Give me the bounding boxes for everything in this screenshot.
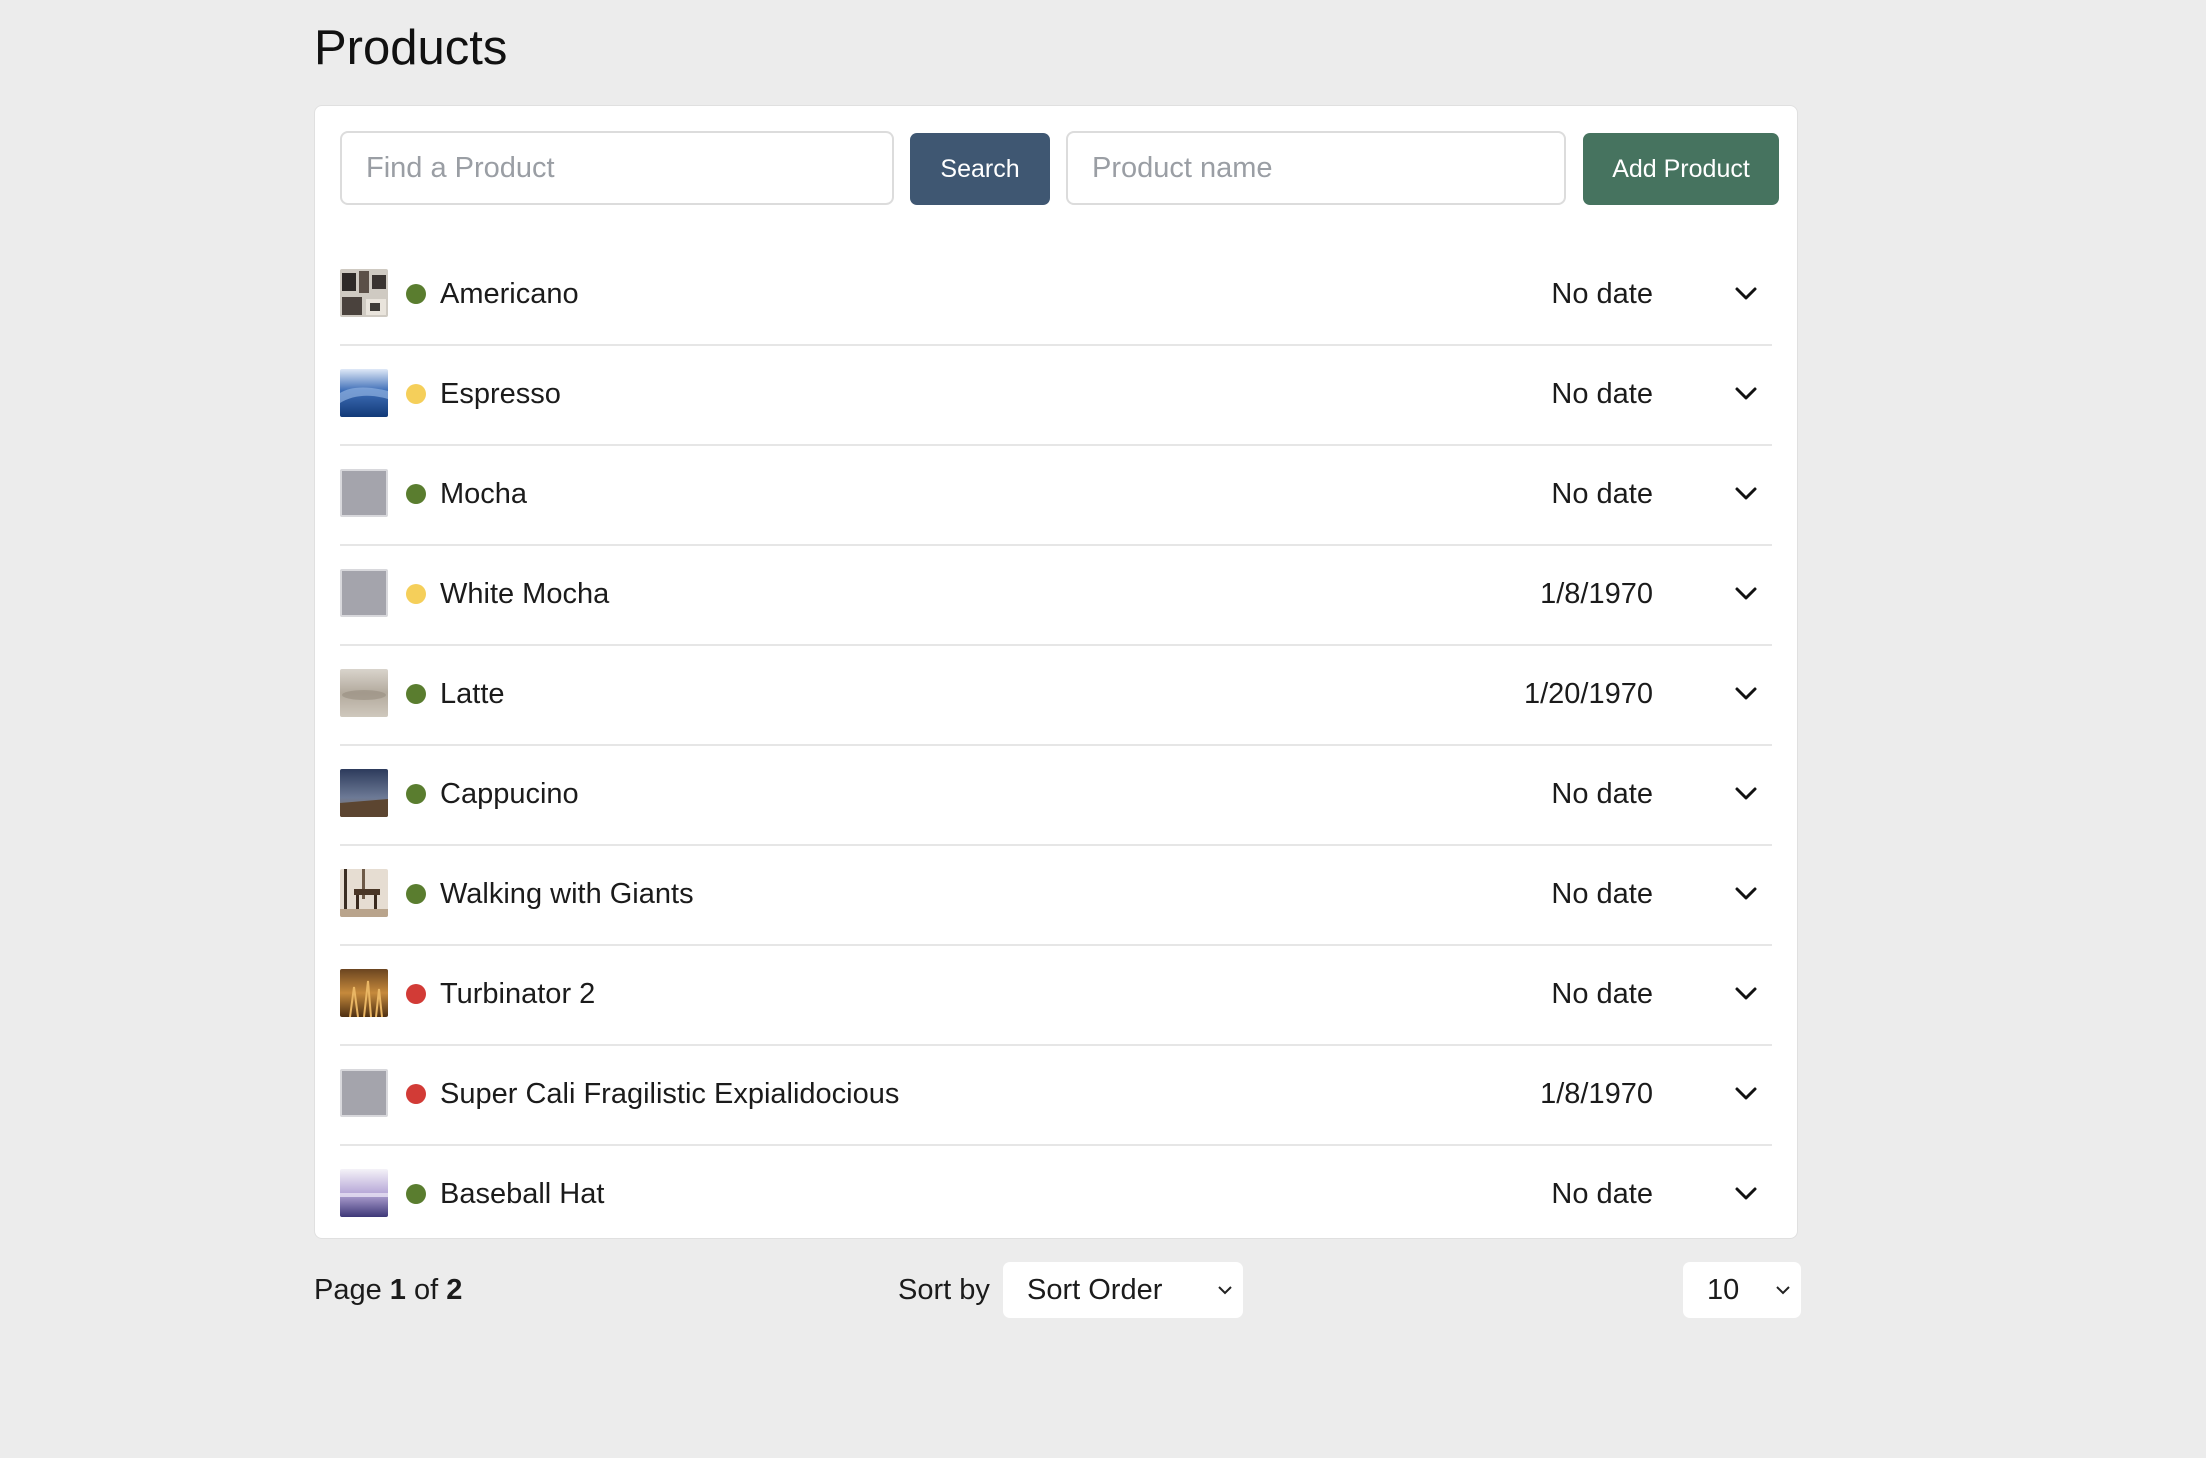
product-date: No date [1551,378,1653,410]
product-row[interactable]: Walking with Giants No date [340,846,1772,946]
product-name: Cappucino [440,778,579,810]
product-date: No date [1551,878,1653,910]
product-row[interactable]: Mocha No date [340,446,1772,546]
product-date: 1/8/1970 [1540,578,1653,610]
image-placeholder [340,569,388,617]
chevron-down-icon[interactable] [1732,380,1760,408]
product-name: Espresso [440,378,561,410]
product-list: Americano No date Espresso No date Mocha No d… [340,246,1772,1244]
toolbar: Search Add Product [340,131,1779,207]
product-name: Baseball Hat [440,1178,605,1210]
chevron-down-icon [1218,1286,1232,1295]
products-page: Products Search Add Product Americano No … [314,0,1802,1318]
status-dot-active [406,884,426,904]
page-size-value: 10 [1707,1274,1740,1306]
product-name: Mocha [440,478,528,510]
product-thumbnail [340,969,388,1017]
product-date: 1/20/1970 [1523,678,1653,710]
status-dot-active [406,284,426,304]
product-row[interactable]: Super Cali Fragilistic Expialidocious 1/8… [340,1046,1772,1146]
page-total: 2 [446,1274,463,1306]
product-thumbnail [340,1169,388,1217]
image-placeholder [340,469,388,517]
product-thumbnail [340,669,388,717]
list-footer: Page 1 of 2 Sort by Sort Order 10 [314,1262,1802,1318]
product-date: No date [1551,278,1653,310]
status-dot-inactive [406,984,426,1004]
product-name: Walking with Giants [440,878,694,910]
page-title: Products [314,21,508,75]
status-dot-active [406,784,426,804]
product-row[interactable]: Americano No date [340,246,1772,346]
chevron-down-icon[interactable] [1732,280,1760,308]
status-dot-active [406,684,426,704]
sort-label: Sort by [898,1274,990,1306]
product-date: No date [1551,978,1653,1010]
search-button[interactable]: Search [910,133,1050,205]
chevron-down-icon [1776,1286,1790,1295]
chevron-down-icon[interactable] [1732,980,1760,1008]
chevron-down-icon[interactable] [1732,680,1760,708]
page-size-select[interactable]: 10 [1683,1262,1801,1318]
add-product-button[interactable]: Add Product [1583,133,1779,205]
status-dot-pending [406,384,426,404]
product-name-input[interactable] [1066,131,1566,205]
product-thumbnail [340,269,388,317]
product-name: Turbinator 2 [440,978,596,1010]
chevron-down-icon[interactable] [1732,880,1760,908]
product-row[interactable]: Baseball Hat No date [340,1146,1772,1244]
product-date: No date [1551,1178,1653,1210]
status-dot-inactive [406,1084,426,1104]
product-thumbnail [340,369,388,417]
product-row[interactable]: Espresso No date [340,346,1772,446]
product-name: Americano [440,278,579,310]
pagination-info: Page 1 of 2 [314,1272,462,1308]
product-name: White Mocha [440,578,610,610]
product-row[interactable]: White Mocha 1/8/1970 [340,546,1772,646]
products-card: Search Add Product AmericanoNo dateEspre… [314,105,1798,1239]
page-current: 1 [389,1274,406,1306]
chevron-down-icon[interactable] [1732,780,1760,808]
status-dot-pending [406,584,426,604]
page-of: of [414,1274,439,1306]
product-thumbnail [340,769,388,817]
chevron-down-icon[interactable] [1732,1180,1760,1208]
status-dot-active [406,484,426,504]
chevron-down-icon[interactable] [1732,580,1760,608]
product-thumbnail [340,869,388,917]
product-row[interactable]: Cappucino No date [340,746,1772,846]
status-dot-active [406,1184,426,1204]
product-name: Super Cali Fragilistic Expialidocious [440,1078,900,1110]
page-prefix: Page [314,1274,382,1306]
sort-select[interactable]: Sort Order [1003,1262,1243,1318]
product-date: No date [1551,778,1653,810]
product-name: Latte [440,678,505,710]
product-row[interactable]: Turbinator 2 No date [340,946,1772,1046]
image-placeholder [340,1069,388,1117]
find-product-input[interactable] [340,131,894,205]
product-date: 1/8/1970 [1540,1078,1653,1110]
chevron-down-icon[interactable] [1732,1080,1760,1108]
chevron-down-icon[interactable] [1732,480,1760,508]
product-row[interactable]: Latte 1/20/1970 [340,646,1772,746]
product-date: No date [1551,478,1653,510]
sort-select-value: Sort Order [1027,1274,1163,1306]
